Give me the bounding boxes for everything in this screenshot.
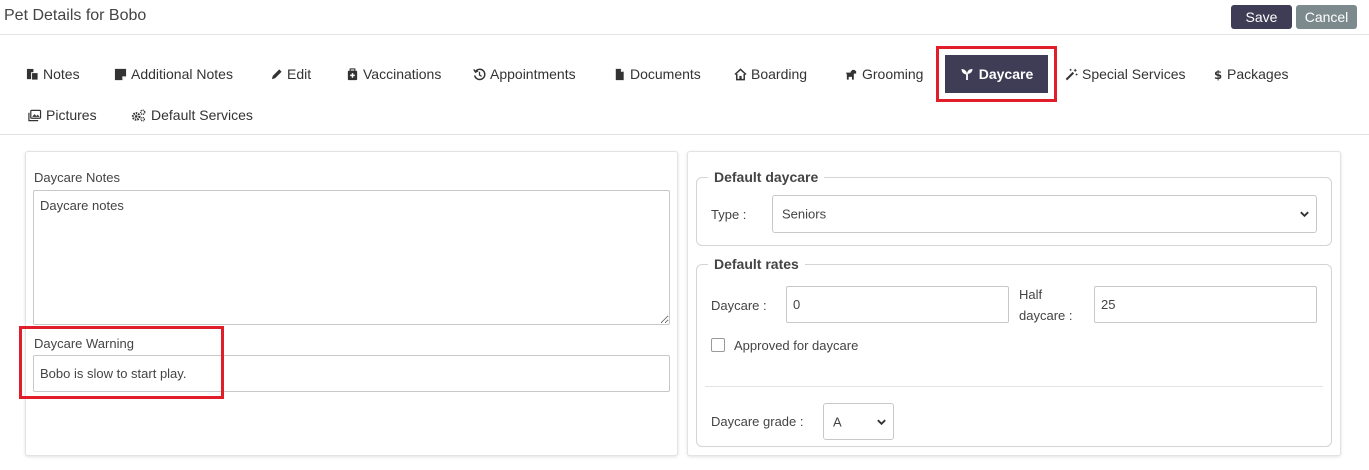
tab-edit[interactable]: Edit — [270, 62, 311, 86]
tab-default-services[interactable]: Default Services — [130, 103, 253, 127]
active-tab-highlight: Daycare — [936, 46, 1057, 102]
tab-label: Notes — [43, 66, 80, 82]
daycare-type-value: Seniors — [782, 206, 827, 222]
tab-label: Daycare — [978, 66, 1034, 82]
svg-text:$: $ — [1214, 68, 1222, 81]
half-daycare-rate-input[interactable] — [1094, 286, 1317, 323]
approved-for-daycare-label: Approved for daycare — [734, 338, 859, 353]
daycare-rate-input[interactable] — [786, 286, 1009, 323]
sticky-note-icon — [114, 68, 127, 80]
tab-vaccinations[interactable]: Vaccinations — [346, 62, 441, 86]
save-button[interactable]: Save — [1231, 5, 1292, 29]
magic-wand-icon — [1065, 68, 1078, 80]
tab-packages[interactable]: $ Packages — [1214, 62, 1288, 86]
tab-additional-notes[interactable]: Additional Notes — [114, 62, 233, 86]
tab-appointments[interactable]: Appointments — [473, 62, 576, 86]
tab-label: Appointments — [490, 66, 576, 82]
history-icon — [473, 68, 486, 80]
tab-documents[interactable]: Documents — [613, 62, 701, 86]
images-icon — [28, 109, 42, 121]
daycare-rate-label: Daycare : — [711, 298, 767, 313]
type-label: Type : — [711, 207, 747, 222]
cogs-icon — [131, 108, 146, 122]
tab-label: Pictures — [46, 107, 97, 123]
medkit-icon — [347, 67, 358, 80]
tab-label: Vaccinations — [363, 66, 442, 82]
tab-label: Documents — [630, 66, 701, 82]
daycare-grade-value: A — [833, 414, 842, 429]
tab-daycare[interactable]: Daycare — [945, 55, 1048, 93]
page-title: Pet Details for Bobo — [4, 7, 147, 24]
notes-icon — [26, 68, 39, 81]
file-icon — [615, 68, 624, 80]
half-daycare-label-line2: daycare : — [1019, 308, 1073, 323]
daycare-warning-label: Daycare Warning — [34, 336, 134, 351]
tab-notes[interactable]: Notes — [26, 62, 80, 86]
tab-label: Boarding — [751, 66, 808, 82]
dog-icon — [845, 69, 857, 80]
tab-label: Default Services — [151, 107, 253, 123]
tab-label: Packages — [1227, 66, 1289, 82]
approved-for-daycare-checkbox[interactable] — [711, 338, 725, 352]
chevron-down-icon — [877, 419, 886, 425]
page-header: Pet Details for Bobo Save Cancel — [0, 0, 1369, 35]
tab-grooming[interactable]: Grooming — [845, 62, 923, 86]
chevron-down-icon — [1300, 211, 1309, 218]
seedling-icon — [961, 69, 973, 80]
dollar-icon: $ — [1214, 68, 1222, 81]
tab-pictures[interactable]: Pictures — [27, 103, 97, 127]
half-daycare-label-line1: Half — [1019, 287, 1043, 302]
default-daycare-legend: Default daycare — [714, 169, 819, 185]
pencil-icon — [271, 68, 282, 79]
daycare-notes-textarea[interactable]: Daycare notes — [33, 190, 670, 325]
daycare-grade-label: Daycare grade : — [711, 414, 804, 429]
tab-label: Edit — [287, 66, 312, 82]
daycare-type-select[interactable]: Seniors — [772, 195, 1317, 233]
daycare-grade-select[interactable]: A — [823, 403, 894, 440]
tab-special-services[interactable]: Special Services — [1065, 62, 1186, 86]
tab-boarding[interactable]: Boarding — [734, 62, 807, 86]
home-icon — [734, 67, 747, 80]
daycare-notes-label: Daycare Notes — [34, 170, 120, 185]
tab-label: Grooming — [862, 66, 924, 82]
tab-label: Special Services — [1082, 66, 1186, 82]
rates-divider — [705, 386, 1323, 387]
tab-label: Additional Notes — [131, 66, 233, 82]
tab-bar: Notes Additional Notes Edit Vaccinations… — [0, 36, 1369, 135]
cancel-button[interactable]: Cancel — [1296, 5, 1357, 29]
default-rates-legend: Default rates — [714, 256, 799, 272]
daycare-warning-input[interactable] — [33, 355, 670, 392]
